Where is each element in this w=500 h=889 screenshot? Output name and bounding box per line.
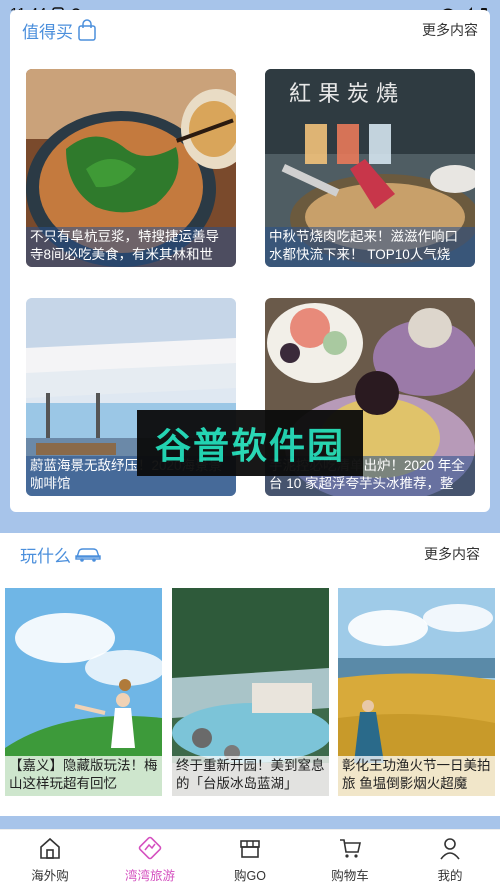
svg-text:紅 果 炭 燒: 紅 果 炭 燒: [289, 82, 398, 107]
section-header: 玩什么 更多内容: [0, 538, 500, 570]
nav-item-cart[interactable]: 购物车: [300, 830, 400, 889]
what-to-play-section: 玩什么 更多内容 【嘉义】隐藏版玩法！梅山这样玩超有回忆 终于重新开园！美到窒息…: [0, 533, 500, 816]
trip-caption: 【嘉义】隐藏版玩法！梅山这样玩超有回忆: [5, 756, 162, 796]
profile-icon: [440, 838, 460, 860]
shopping-bag-icon: [78, 19, 96, 41]
nav-item-buy-go[interactable]: 购GO: [200, 830, 300, 889]
trip-card[interactable]: 终于重新开园！美到窒息的「台版冰岛蓝湖」: [172, 588, 329, 796]
section-title: 玩什么: [20, 542, 101, 567]
trip-caption: 彰化王功渔火节一日美拍旅 鱼塭倒影烟火超魔: [338, 756, 495, 796]
cart-icon: [340, 839, 361, 858]
watermark: 谷普软件园: [137, 410, 363, 476]
more-link[interactable]: 更多内容: [424, 544, 480, 564]
trip-caption: 终于重新开园！美到窒息的「台版冰岛蓝湖」: [172, 756, 329, 796]
home-icon: [40, 837, 60, 859]
section-title: 值得买: [22, 18, 97, 43]
article-card[interactable]: 紅 果 炭 燒 中秋节烧肉吃起来！滋滋作响口水都快流下来！ TOP10人气烧: [265, 69, 475, 267]
nav-item-travel[interactable]: 湾湾旅游: [100, 830, 200, 889]
nav-item-overseas[interactable]: 海外购: [0, 830, 100, 889]
article-caption: 不只有阜杭豆浆，特搜捷运善导寺8间必吃美食，有米其林和世: [26, 227, 236, 267]
more-link[interactable]: 更多内容: [422, 20, 478, 40]
store-icon: [240, 840, 260, 858]
car-icon: [75, 548, 101, 562]
section-header: 值得买 更多内容: [10, 14, 490, 46]
travel-icon: [138, 836, 162, 860]
article-caption: 中秋节烧肉吃起来！滋滋作响口水都快流下来！ TOP10人气烧: [265, 227, 475, 267]
bottom-nav: 海外购 湾湾旅游 购GO 购物车 我的: [0, 829, 500, 889]
trip-card[interactable]: 彰化王功渔火节一日美拍旅 鱼塭倒影烟火超魔: [338, 588, 495, 796]
trip-card[interactable]: 【嘉义】隐藏版玩法！梅山这样玩超有回忆: [5, 588, 162, 796]
article-card[interactable]: 不只有阜杭豆浆，特搜捷运善导寺8间必吃美食，有米其林和世: [26, 69, 236, 267]
nav-item-mine[interactable]: 我的: [400, 830, 500, 889]
